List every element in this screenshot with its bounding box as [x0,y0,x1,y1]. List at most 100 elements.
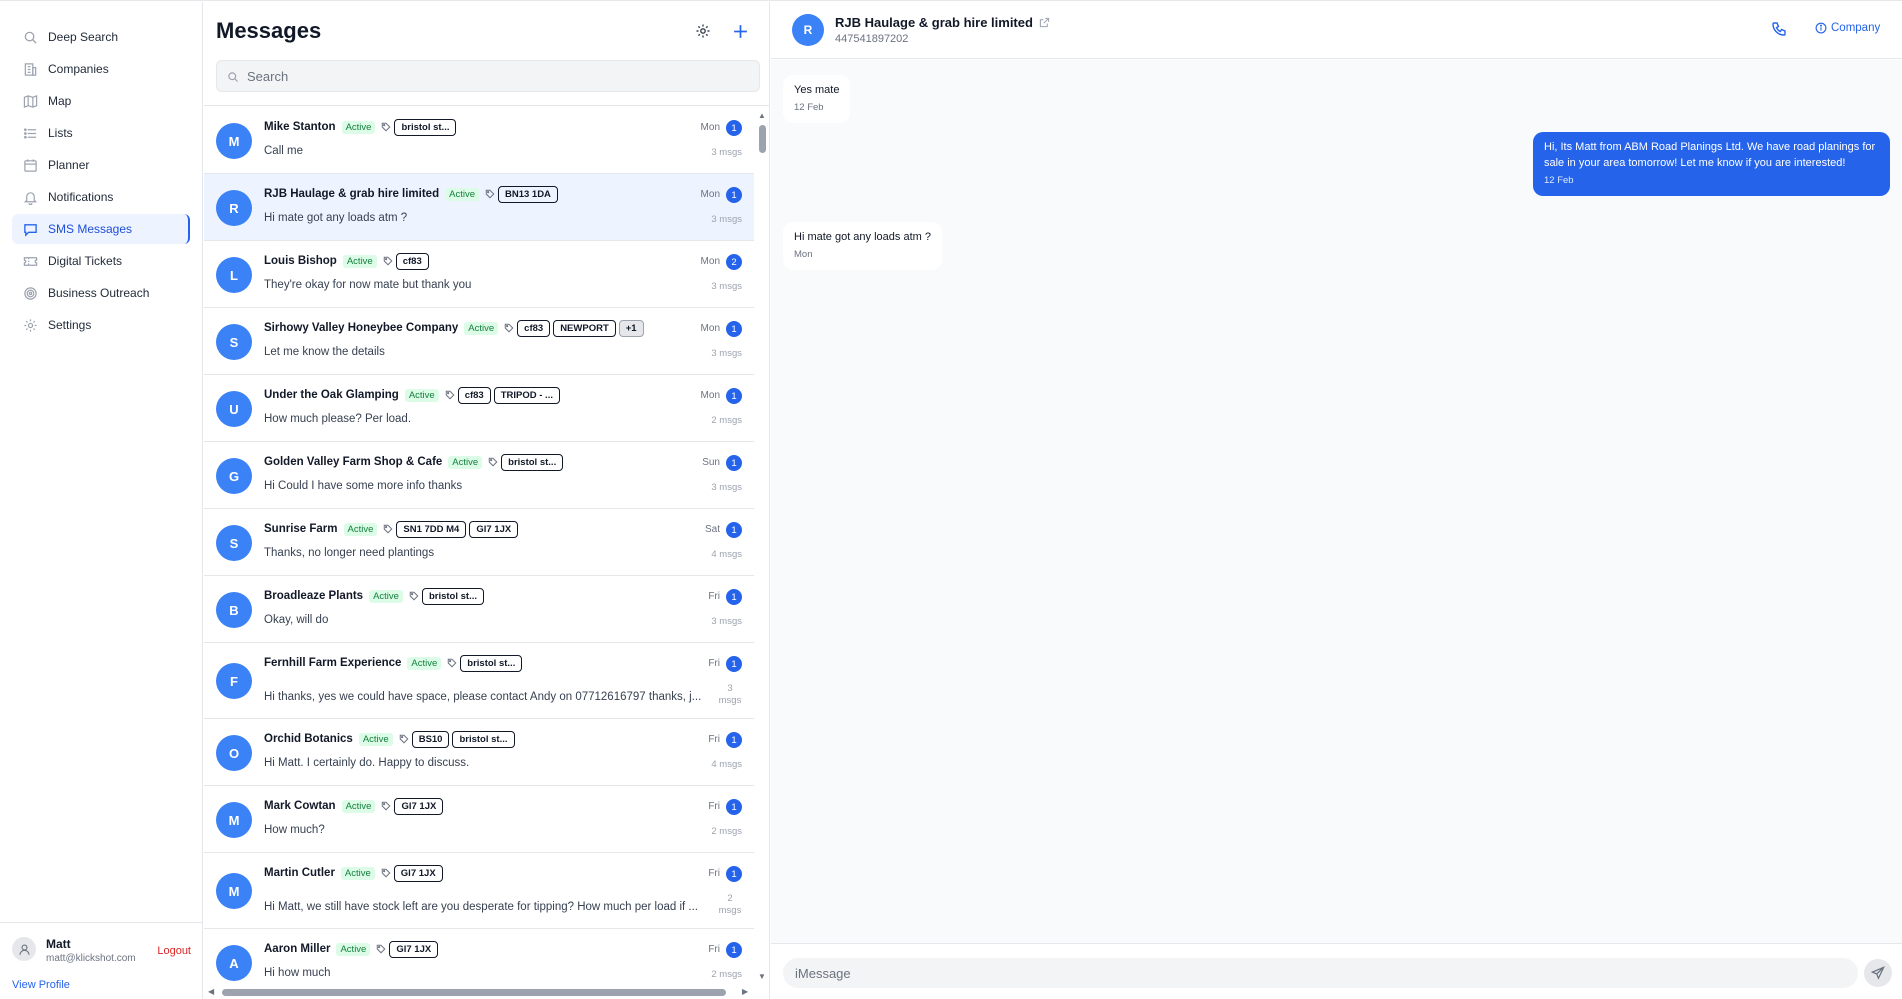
contact-name: Orchid Botanics [264,733,353,745]
last-message-day: Fri [708,801,720,812]
conversation-item[interactable]: R RJB Haulage & grab hire limited Active BN… [204,174,754,241]
message-count: 3 msgs [711,214,742,225]
message-count: 3 msgs [711,147,742,158]
conversation-item[interactable]: F Fernhill Farm Experience Active bristol s… [204,643,754,719]
sidebar-item-label: Map [48,94,72,108]
contact-name: RJB Haulage & grab hire limited [264,188,440,200]
tag-chip: bristol st... [394,118,457,136]
sidebar-item-planner[interactable]: Planner [12,150,190,180]
conversation-title-row: Sirhowy Valley Honeybee Company Active cf8… [264,319,647,337]
conversation-item[interactable]: M Mike Stanton Active bristol st... Call me M… [204,107,754,174]
send-button[interactable] [1864,959,1892,987]
message-composer [771,943,1902,999]
last-message-day: Fri [708,658,720,669]
sidebar-item-label: Deep Search [48,30,119,44]
sidebar-nav: Deep Search Companies Map Lists Planner … [0,2,202,340]
horizontal-scrollbar[interactable]: ◀ ▶ [204,986,756,998]
avatar: O [216,735,252,771]
sidebar-item-sms-messages[interactable]: SMS Messages [12,214,190,244]
conversation-item[interactable]: M Mark Cowtan Active Gl7 1JX How much? Fri 1 2 … [204,786,754,853]
sidebar-item-label: Lists [48,126,73,140]
view-profile-link[interactable]: View Profile [12,979,70,991]
message-preview: Thanks, no longer need plantings [264,547,435,559]
more-tags-chip[interactable]: +1 [618,319,644,337]
conversation-item[interactable]: U Under the Oak Glamping Active cf83 TRIPOD … [204,375,754,442]
company-button[interactable]: Company [1815,22,1880,34]
sidebar-item-lists[interactable]: Lists [12,118,190,148]
company-button-label: Company [1831,22,1881,34]
chat-header: R RJB Haulage & grab hire limited 447541… [771,2,1902,59]
tag-icon [409,591,419,601]
scroll-up-arrow-icon[interactable]: ▲ [758,111,766,120]
tag-chip: Gl7 1JX [469,520,519,538]
conversation-title-row: RJB Haulage & grab hire limited Active BN1… [264,185,561,203]
avatar: R [792,14,824,46]
scroll-right-arrow-icon[interactable]: ▶ [742,987,748,996]
last-message-day: Mon [700,122,720,133]
message-bubble-incoming: Yes mate 12 Feb [783,75,851,123]
avatar: B [216,592,252,628]
status-badge: Active [336,942,371,956]
sidebar-item-settings[interactable]: Settings [12,310,190,340]
scrollbar-thumb[interactable] [222,989,726,996]
sidebar-item-business-outreach[interactable]: Business Outreach [12,278,190,308]
conversation-item[interactable]: O Orchid Botanics Active BS10 bristol st... H… [204,719,754,786]
sidebar-item-deep-search[interactable]: Deep Search [12,22,190,52]
sidebar-item-map[interactable]: Map [12,86,190,116]
conversation-list: M Mike Stanton Active bristol st... Call me M… [204,107,754,985]
message-preview: They're okay for now mate but thank you [264,279,472,291]
message-preview: Hi Could I have some more info thanks [264,480,463,492]
avatar: S [216,324,252,360]
status-badge: Active [340,866,375,880]
sidebar-item-notifications[interactable]: Notifications [12,182,190,212]
message-preview: Hi Matt, we still have stock left are yo… [264,901,699,913]
status-badge: Active [369,589,403,603]
conversation-item[interactable]: L Louis Bishop Active cf83 They're okay for … [204,241,754,308]
message-count: 4 msgs [711,759,742,770]
user-email: matt@klickshot.com [46,953,136,964]
last-message-day: Sun [702,457,720,468]
logout-button[interactable]: Logout [157,945,191,957]
call-button[interactable] [1771,21,1787,37]
new-message-button[interactable] [729,20,751,42]
conversation-item[interactable]: S Sunrise Farm Active SN1 7DD M4 Gl7 1JX Than… [204,509,754,576]
settings-button[interactable] [692,20,714,42]
contact-name: RJB Haulage & grab hire limited [835,15,1050,30]
avatar: M [216,123,252,159]
external-link-icon[interactable] [1039,17,1050,28]
send-icon [1871,966,1885,980]
contact-name: Fernhill Farm Experience [264,657,402,669]
conversation-item[interactable]: B Broadleaze Plants Active bristol st... Oka… [204,576,754,643]
tag-icon [383,524,393,534]
message-bubble-incoming: Hi mate got any loads atm ? Mon [783,222,942,270]
message-bubble-outgoing: Hi, Its Matt from ABM Road Planings Ltd.… [1533,132,1890,196]
unread-count-badge: 1 [726,455,742,471]
sidebar-item-companies[interactable]: Companies [12,54,190,84]
tag-chip: Gl7 1JX [393,864,443,882]
scroll-left-arrow-icon[interactable]: ◀ [208,987,214,996]
sidebar-item-label: Business Outreach [48,286,150,300]
conversation-item[interactable]: M Martin Cutler Active Gl7 1JX Hi Matt, we s… [204,853,754,929]
message-count: 3 msgs [711,281,742,292]
conversation-item[interactable]: G Golden Valley Farm Shop & Cafe Active bri… [204,442,754,509]
conversation-title-row: Orchid Botanics Active BS10 bristol st... [264,730,518,748]
scroll-down-arrow-icon[interactable]: ▼ [758,972,766,981]
scrollbar-thumb[interactable] [759,125,766,153]
message-input[interactable] [783,958,1858,988]
last-message-day: Fri [708,591,720,602]
vertical-scrollbar[interactable]: ▲ ▼ [756,107,768,985]
conversation-title-row: Broadleaze Plants Active bristol st... [264,587,487,605]
search-icon [227,70,239,88]
message-count: 2 msgs [711,415,742,426]
message-icon [22,221,38,237]
sidebar-item-digital-tickets[interactable]: Digital Tickets [12,246,190,276]
message-time: 12 Feb [794,102,824,113]
unread-count-badge: 1 [726,942,742,958]
tag-icon [376,944,386,954]
contact-name: Sirhowy Valley Honeybee Company [264,322,459,334]
conversation-item[interactable]: S Sirhowy Valley Honeybee Company Active cf… [204,308,754,375]
search-input[interactable] [247,61,747,91]
calendar-icon [22,157,38,173]
tag-chip: bristol st... [421,587,484,605]
conversation-item[interactable]: A Aaron Miller Active Gl7 1JX Hi how much Fri… [204,929,754,985]
